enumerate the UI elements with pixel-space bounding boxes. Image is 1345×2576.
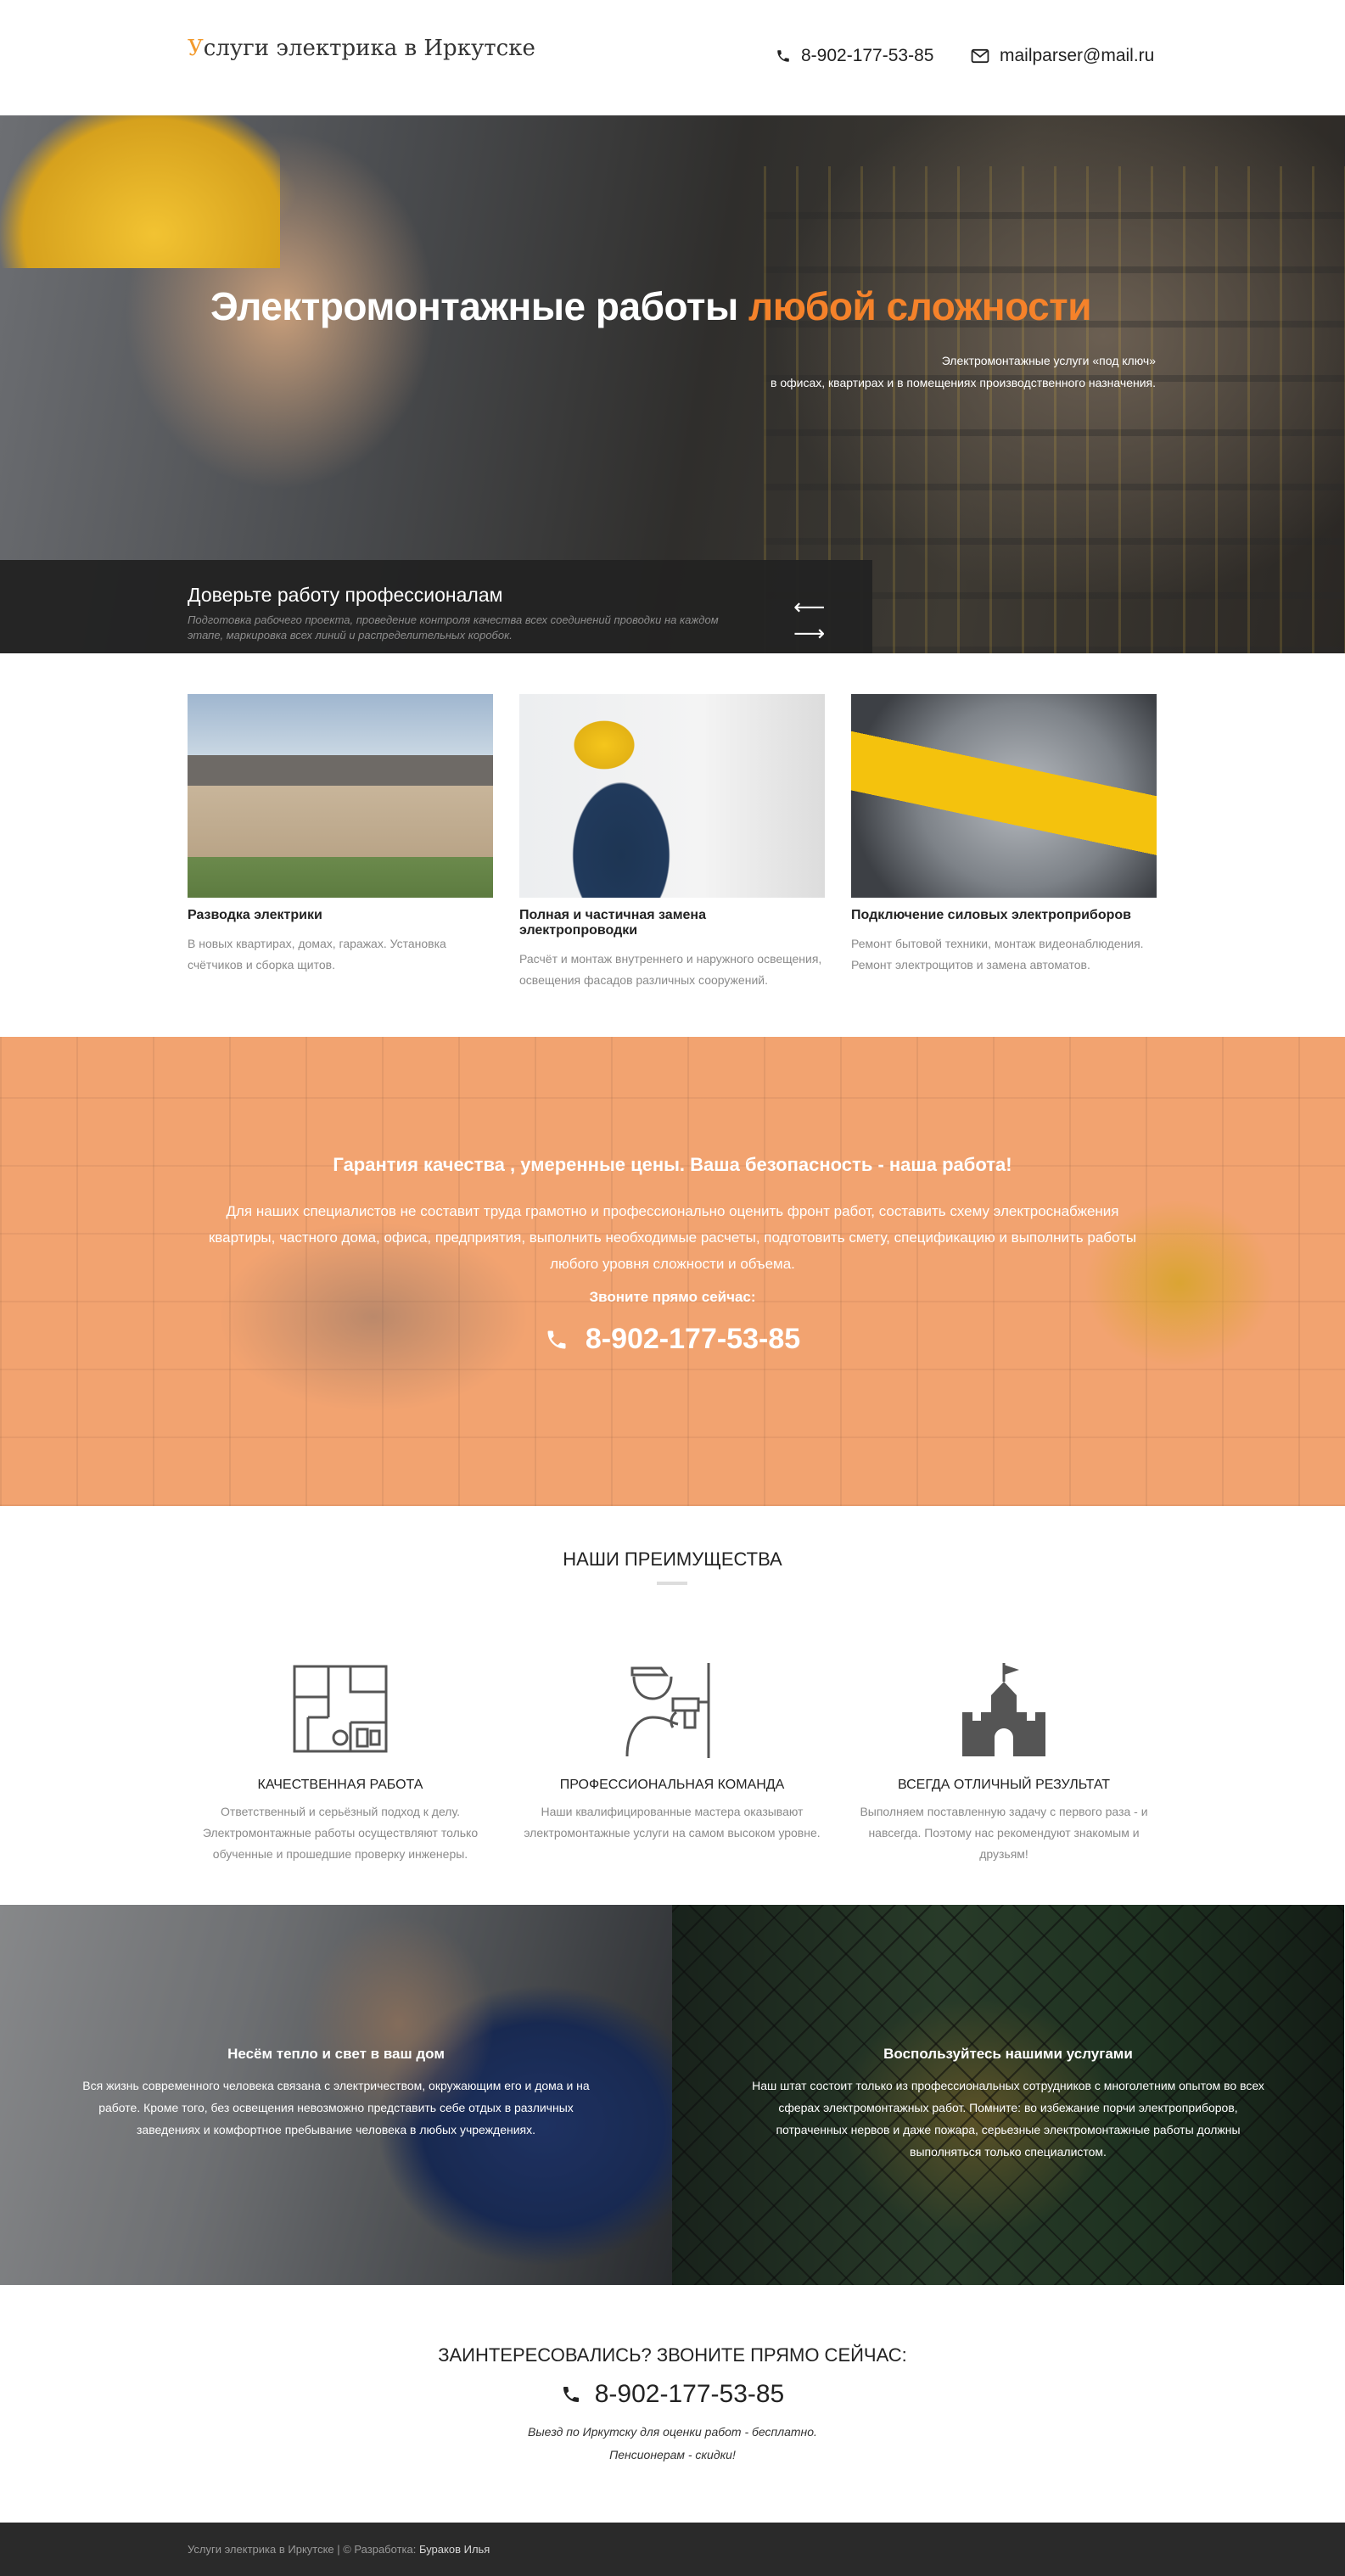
call-phone-text: 8-902-177-53-85 (594, 2380, 785, 2408)
worker-drill-icon (519, 1659, 825, 1761)
hero-subtitle: Электромонтажные услуги «под ключ» в офи… (562, 350, 1156, 394)
hero-caption-title: Доверьте работу профессионалам (188, 584, 503, 606)
advantage-item: ПРОФЕССИОНАЛЬНАЯ КОМАНДА Наши квалифицир… (519, 1659, 825, 1844)
service-card: Полная и частичная замена электропроводк… (519, 694, 825, 991)
advantage-title: ВСЕГДА ОТЛИЧНЫЙ РЕЗУЛЬТАТ (897, 1778, 1111, 1792)
panel-use-services: Воспользуйтесь нашими услугами Наш штат … (672, 1905, 1344, 2285)
phone-icon (777, 50, 789, 62)
service-text: Расчёт и монтаж внутреннего и наружного … (519, 952, 822, 987)
footer-author-link[interactable]: Бураков Илья (419, 2543, 490, 2556)
service-card: Подключение силовых электроприборов Ремо… (851, 694, 1157, 976)
slider-next-arrow-icon[interactable]: ⟶ (793, 620, 825, 646)
hero-subtitle-line2: в офисах, квартирах и в помещениях произ… (771, 376, 1156, 389)
panel-warm-light: Несём тепло и свет в ваш дом Вся жизнь с… (0, 1905, 672, 2285)
panel-text: Вся жизнь современного человека связана … (82, 2079, 590, 2136)
footer-copyright: Услуги электрика в Иркутске | © Разработ… (188, 2543, 419, 2556)
hero-title-accent: любой сложности (748, 284, 1091, 328)
logo-first-letter: У (188, 36, 204, 61)
advantages-section: НАШИ ПРЕИМУЩЕСТВА КАЧЕСТВЕННАЯ РАБОТА От… (0, 1506, 1345, 1905)
service-title[interactable]: Подключение силовых электроприборов (851, 908, 1157, 923)
hero-caption-bar: Доверьте работу профессионалам Подготовк… (0, 560, 872, 653)
site-header: Услуги электрика в Иркутске 8-902-177-53… (0, 0, 1345, 115)
call-note-line1: Выезд по Иркутску для оценки работ - бес… (528, 2425, 817, 2439)
logo-text: слуги электрика в Иркутске (203, 36, 535, 61)
advantage-item: КАЧЕСТВЕННАЯ РАБОТА Ответственный и серь… (188, 1659, 493, 1865)
header-email-text: mailparser@mail.ru (1000, 46, 1155, 65)
site-footer: Услуги электрика в Иркутске | © Разработ… (0, 2523, 1345, 2576)
footer-text: Услуги электрика в Иркутске | © Разработ… (188, 2543, 490, 2556)
panel-text: Наш штат состоит только из профессиональ… (752, 2079, 1264, 2159)
hero-subtitle-line1: Электромонтажные услуги «под ключ» (941, 354, 1156, 367)
panel-title: Несём тепло и свет в ваш дом (227, 2046, 445, 2062)
service-image-electrician[interactable] (519, 694, 825, 898)
phone-icon (563, 2387, 579, 2402)
service-title[interactable]: Разводка электрики (188, 908, 493, 923)
floor-plan-icon (188, 1659, 493, 1761)
advantage-text: Ответственный и серьёзный подход к делу.… (202, 1805, 479, 1861)
advantage-title: КАЧЕСТВЕННАЯ РАБОТА (257, 1778, 423, 1792)
advantage-text: Наши квалифицированные мастера оказывают… (524, 1805, 821, 1840)
guarantee-text: Для наших специалистов не составит труда… (208, 1203, 1137, 1272)
hero-caption-text: Подготовка рабочего проекта, проведение … (188, 613, 719, 641)
advantages-title: НАШИ ПРЕИМУЩЕСТВА (563, 1548, 782, 1570)
service-title[interactable]: Полная и частичная замена электропроводк… (519, 908, 825, 938)
service-image-house[interactable] (188, 694, 493, 898)
guarantee-section: Гарантия качества , умеренные цены. Ваша… (0, 1037, 1345, 1506)
service-text: Ремонт бытовой техники, монтаж видеонабл… (851, 937, 1144, 972)
phone-icon (547, 1330, 566, 1348)
site-logo[interactable]: Услуги электрика в Иркутске (188, 36, 535, 61)
slider-prev-arrow-icon[interactable]: ⟵ (793, 594, 825, 619)
service-image-caution-meter[interactable] (851, 694, 1157, 898)
hero-title: Электромонтажные работы любой сложности (210, 283, 1091, 329)
hero-background-helmet (0, 115, 280, 268)
services-section: Разводка электрики В новых квартирах, до… (188, 694, 1157, 1016)
panel-content: Несём тепло и свет в ваш дом Вся жизнь с… (0, 2046, 672, 2141)
call-title: ЗАИНТЕРЕСОВАЛИСЬ? ЗВОНИТЕ ПРЯМО СЕЙЧАС: (438, 2344, 907, 2366)
call-section: ЗАИНТЕРЕСОВАЛИСЬ? ЗВОНИТЕ ПРЯМО СЕЙЧАС: … (0, 2285, 1345, 2523)
call-note-line2: Пенсионерам - скидки! (609, 2448, 736, 2461)
call-note: Выезд по Иркутску для оценки работ - бес… (0, 2421, 1345, 2467)
panel-content: Воспользуйтесь нашими услугами Наш штат … (672, 2046, 1344, 2163)
castle-icon (851, 1659, 1157, 1761)
panel-title: Воспользуйтесь нашими услугами (883, 2046, 1133, 2062)
hero-slider: Электромонтажные работы любой сложности … (0, 115, 1345, 653)
header-phone-text: 8-902-177-53-85 (801, 46, 934, 65)
guarantee-call-label: Звоните прямо сейчас: (589, 1289, 756, 1305)
header-email[interactable]: mailparser@mail.ru (971, 46, 1154, 66)
guarantee-content: Гарантия качества , умеренные цены. Ваша… (0, 1154, 1345, 1356)
advantage-item: ВСЕГДА ОТЛИЧНЫЙ РЕЗУЛЬТАТ Выполняем пост… (851, 1659, 1157, 1865)
hero-title-main: Электромонтажные работы (210, 284, 749, 328)
advantage-title: ПРОФЕССИОНАЛЬНАЯ КОМАНДА (559, 1778, 785, 1792)
call-phone[interactable]: 8-902-177-53-85 (0, 2380, 1345, 2409)
envelope-icon (971, 48, 989, 64)
guarantee-phone-text: 8-902-177-53-85 (585, 1323, 801, 1355)
advantage-text: Выполняем поставленную задачу с первого … (860, 1805, 1148, 1861)
service-card: Разводка электрики В новых квартирах, до… (188, 694, 493, 976)
header-phone[interactable]: 8-902-177-53-85 (776, 46, 933, 66)
guarantee-phone[interactable]: 8-902-177-53-85 (0, 1323, 1345, 1356)
guarantee-title: Гарантия качества , умеренные цены. Ваша… (333, 1154, 1012, 1175)
slider-arrows: ⟵ ⟶ (793, 594, 872, 647)
service-text: В новых квартирах, домах, гаражах. Устан… (188, 937, 446, 972)
title-separator (657, 1582, 687, 1585)
